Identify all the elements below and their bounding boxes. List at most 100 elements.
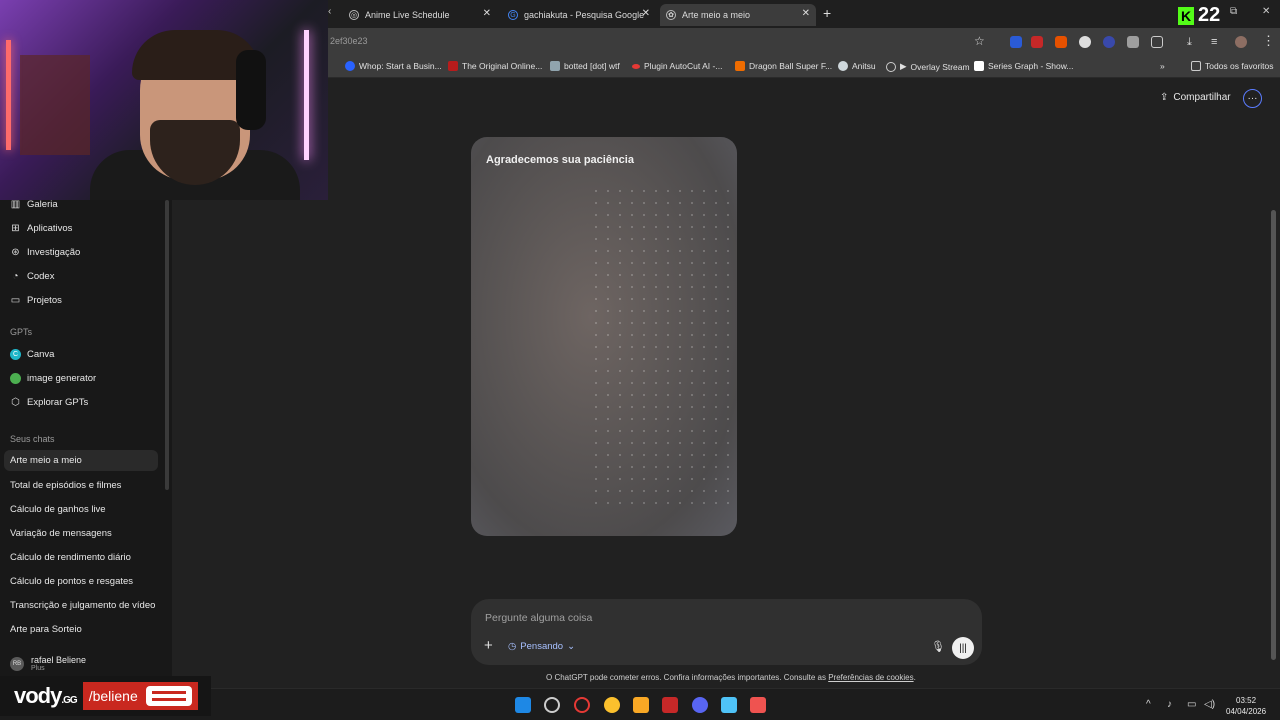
tab-scroll-left-icon[interactable]: ‹	[328, 6, 331, 17]
new-tab-button[interactable]: +	[823, 5, 831, 21]
tab-label: Anime Live Schedule	[365, 10, 450, 20]
cookie-preferences-link[interactable]: Preferências de cookies	[828, 673, 913, 682]
close-tab-icon[interactable]: ✕	[802, 8, 810, 19]
extension-icon[interactable]	[1103, 36, 1115, 48]
extension-icon[interactable]	[1031, 36, 1043, 48]
chat-item[interactable]: Cálculo de rendimento diário	[10, 552, 131, 563]
chats-heading: Seus chats	[10, 434, 55, 444]
start-icon[interactable]	[515, 697, 531, 713]
message-composer[interactable]: Pergunte alguma coisa + ◷ Pensando ⌄ 🎙 |…	[471, 599, 982, 665]
notepad-icon[interactable]	[721, 697, 737, 713]
bookmark-item[interactable]: Series Graph - Show...	[974, 61, 1074, 71]
share-button[interactable]: ⇪ Compartilhar	[1160, 92, 1231, 103]
gallery-icon: ▥	[10, 199, 21, 210]
chrome-icon[interactable]	[604, 697, 620, 713]
all-bookmarks-button[interactable]: Todos os favoritos	[1191, 61, 1274, 71]
sidebar-scrollbar[interactable]	[165, 200, 169, 490]
media-control-icon[interactable]: ≡	[1211, 36, 1223, 48]
close-window-icon[interactable]: ✕	[1262, 6, 1270, 17]
globe-icon: ◎	[349, 10, 359, 20]
globe-icon	[886, 61, 896, 72]
neon-light-right	[304, 30, 309, 160]
file-explorer-icon[interactable]	[633, 697, 649, 713]
message-input[interactable]: Pergunte alguma coisa	[485, 612, 592, 624]
disclaimer: O ChatGPT pode cometer erros. Confira in…	[546, 673, 916, 682]
sidebar-item-investigacao[interactable]: ⊛ Investigação	[10, 247, 80, 258]
bookmark-item[interactable]: The Original Online...	[448, 61, 542, 71]
avatar: RB	[10, 656, 24, 671]
sidebar-item-galeria[interactable]: ▥ Galeria	[10, 199, 58, 210]
canva-icon: C	[10, 349, 21, 360]
sidebar-gpt-canva[interactable]: C Canva	[10, 349, 54, 360]
bookmark-item[interactable]: Whop: Start a Busin...	[345, 61, 442, 71]
user-profile[interactable]: RB rafael Beliene Plus	[10, 655, 86, 672]
profile-avatar[interactable]	[1235, 36, 1247, 48]
volume-icon[interactable]: ◁)	[1204, 699, 1215, 710]
image-generator-icon	[10, 373, 21, 384]
microphone-icon[interactable]: 🎙	[931, 640, 945, 653]
bookmark-item[interactable]: Dragon Ball Super F...	[735, 61, 832, 71]
bookmark-item[interactable]: botted [dot] wtf	[550, 61, 620, 71]
microphone-tray-icon[interactable]: ♪	[1167, 699, 1172, 710]
chat-item-active[interactable]: Arte meio a meio	[4, 450, 158, 471]
codex-icon: ◔	[12, 271, 19, 282]
discord-icon[interactable]	[692, 697, 708, 713]
clock-icon: ◷	[508, 641, 517, 652]
sidebar-explore-gpts[interactable]: ⬡ Explorar GPTs	[10, 397, 88, 408]
voice-mode-button[interactable]: |||	[952, 637, 974, 659]
sidebar-item-projetos[interactable]: ▭ Projetos	[10, 295, 62, 306]
more-options-button[interactable]: ···	[1243, 89, 1262, 108]
extension-icon[interactable]	[1127, 36, 1139, 48]
chat-item[interactable]: Arte para Sorteio	[10, 624, 82, 635]
app-icon[interactable]	[544, 697, 560, 713]
apps-icon: ⊞	[11, 223, 20, 234]
bookmark-star-icon[interactable]: ☆	[974, 34, 985, 48]
site-icon	[448, 61, 458, 71]
site-icon	[735, 61, 745, 71]
tab-google-search[interactable]: G gachiakuta - Pesquisa Google ✕	[502, 4, 656, 26]
chat-item[interactable]: Variação de mensagens	[10, 528, 112, 539]
chat-item[interactable]: Cálculo de ganhos live	[10, 504, 106, 515]
restore-icon[interactable]: ⧉	[1230, 6, 1237, 17]
bookmark-item[interactable]: ▶ Overlay Stream	[886, 61, 970, 72]
loading-dot-grid	[590, 185, 730, 505]
chat-item[interactable]: Transcrição e julgamento de vídeo	[10, 600, 155, 611]
main-scrollbar[interactable]	[1271, 210, 1276, 660]
sidebar-item-codex[interactable]: ◔ Codex	[10, 271, 54, 282]
tray-overflow-icon[interactable]: ^	[1146, 699, 1151, 710]
network-icon[interactable]: ▭	[1187, 699, 1196, 710]
close-tab-icon[interactable]: ✕	[483, 8, 491, 19]
neon-light-left	[6, 40, 11, 150]
research-icon: ⊛	[11, 247, 20, 258]
site-icon	[838, 61, 848, 71]
app-icon[interactable]	[662, 697, 678, 713]
sidebar-gpt-image-generator[interactable]: image generator	[10, 373, 96, 384]
bookmark-item[interactable]: Anitsu	[838, 61, 876, 71]
system-clock[interactable]: 03:52 04/04/2026	[1226, 695, 1266, 717]
stream-brand-overlay: vody.GG /beliene	[0, 676, 211, 716]
bookmark-item[interactable]: Plugin AutoCut AI -...	[632, 61, 722, 71]
download-icon[interactable]: ⤓	[1187, 36, 1199, 48]
tab-arte-meio-a-meio[interactable]: ✿ Arte meio a meio ✕	[660, 4, 816, 26]
more-bookmarks-icon[interactable]: »	[1160, 61, 1165, 71]
opera-icon[interactable]	[574, 697, 590, 713]
app-icon[interactable]	[750, 697, 766, 713]
image-card-title: Agradecemos sua paciência	[486, 154, 634, 166]
extension-icon[interactable]	[1010, 36, 1022, 48]
chat-item[interactable]: Cálculo de pontos e resgates	[10, 576, 133, 587]
extension-icon[interactable]	[1055, 36, 1067, 48]
sidebar-item-aplicativos[interactable]: ⊞ Aplicativos	[10, 223, 72, 234]
thinking-mode-selector[interactable]: ◷ Pensando ⌄	[508, 641, 575, 652]
add-attachment-icon[interactable]: +	[484, 637, 493, 654]
chat-item[interactable]: Total de episódios e filmes	[10, 480, 121, 491]
tab-anime-live-schedule[interactable]: ◎ Anime Live Schedule ✕	[343, 4, 497, 26]
url-field[interactable]: 2ef30e23	[330, 36, 368, 46]
whop-icon	[345, 61, 355, 71]
webcam-overlay	[0, 0, 328, 200]
extension-icon[interactable]	[1079, 36, 1091, 48]
extensions-puzzle-icon[interactable]	[1151, 36, 1163, 48]
close-tab-icon[interactable]: ✕	[642, 8, 650, 19]
browser-menu-icon[interactable]: ⋮	[1262, 33, 1275, 49]
tab-label: gachiakuta - Pesquisa Google	[524, 10, 645, 20]
kick-count: 22	[1198, 4, 1221, 26]
